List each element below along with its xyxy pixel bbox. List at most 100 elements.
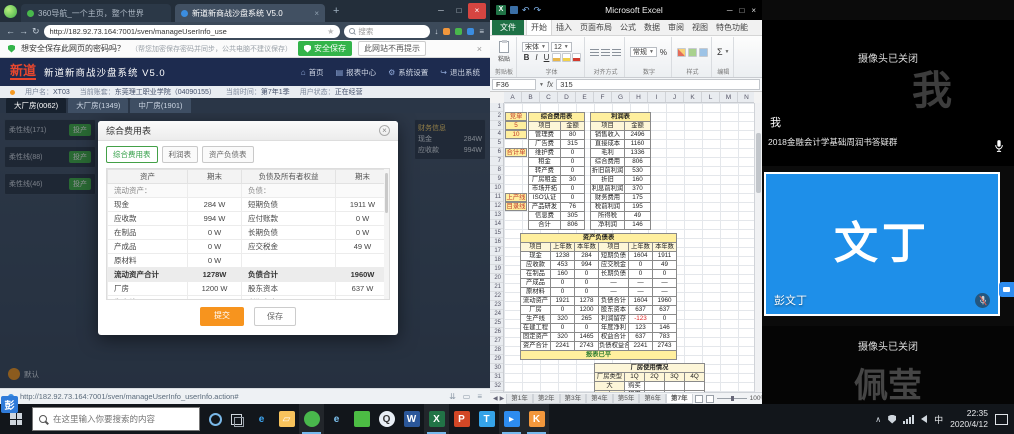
cell[interactable]: 广告费 xyxy=(529,140,561,149)
cell[interactable]: 维护费 xyxy=(529,149,561,158)
mic-muted-icon[interactable] xyxy=(975,293,990,308)
cell[interactable]: 销售收入 xyxy=(591,131,625,140)
bold-button[interactable]: B xyxy=(522,53,531,62)
cell[interactable]: 负债权益合计 xyxy=(599,342,629,351)
side-cell-3[interactable]: 合计单 xyxy=(505,148,527,157)
cell[interactable]: 994 xyxy=(575,261,599,270)
percent-button[interactable]: % xyxy=(659,48,668,57)
cell[interactable]: 原材料 xyxy=(521,288,551,297)
new-tab-button[interactable]: + xyxy=(329,5,343,17)
cell[interactable]: 49 xyxy=(625,212,651,221)
back-button[interactable]: ← xyxy=(6,26,15,36)
cell[interactable]: 项目 xyxy=(521,243,551,252)
row-number-10[interactable]: 10 xyxy=(490,184,503,193)
action-center-icon[interactable] xyxy=(995,414,1008,425)
cell[interactable]: 年度净利 xyxy=(599,324,629,333)
maximize-button[interactable]: □ xyxy=(450,3,468,19)
cell[interactable]: 1921 xyxy=(551,297,575,306)
cell[interactable]: 本年数 xyxy=(653,243,677,252)
sheet-tab-4[interactable]: 第5年 xyxy=(613,394,640,404)
sheet-tab-5[interactable]: 第6年 xyxy=(639,394,666,404)
browser-tab-360nav[interactable]: 360导航_一个主页，整个世界 xyxy=(21,4,171,22)
modal-close-button[interactable]: × xyxy=(379,125,390,136)
cell[interactable] xyxy=(665,382,685,391)
cell[interactable]: 净利润 xyxy=(591,221,625,230)
never-prompt-button[interactable]: 此网站不再提示 xyxy=(358,41,426,56)
conditional-format-button[interactable] xyxy=(677,48,686,57)
refresh-button[interactable]: ↻ xyxy=(32,26,40,37)
row-number-26[interactable]: 26 xyxy=(490,328,503,337)
column-header-K[interactable]: K xyxy=(684,92,702,102)
bookmark-star-icon[interactable]: ★ xyxy=(327,27,334,36)
side-cell-1[interactable]: 5 xyxy=(505,121,527,130)
cell[interactable]: 806 xyxy=(561,221,585,230)
cell[interactable]: 0 xyxy=(629,270,653,279)
language-indicator[interactable]: 中 xyxy=(934,413,943,426)
security-shield-icon[interactable] xyxy=(888,415,896,424)
cell[interactable]: 0 xyxy=(551,279,575,288)
row-number-16[interactable]: 16 xyxy=(490,238,503,247)
minimize-button[interactable]: ─ xyxy=(432,3,450,19)
row-number-2[interactable]: 2 xyxy=(490,112,503,121)
normal-view-button[interactable] xyxy=(695,395,703,403)
network-icon[interactable] xyxy=(903,415,914,424)
font-color-button[interactable] xyxy=(572,53,581,62)
nav-item-logout[interactable]: ↪退出系统 xyxy=(440,67,480,78)
cell[interactable]: 0 xyxy=(575,279,599,288)
cell[interactable]: 0 xyxy=(561,158,585,167)
cell[interactable]: 厂房租金 xyxy=(529,176,561,185)
italic-button[interactable]: I xyxy=(532,53,541,62)
cell[interactable]: 应交税金 xyxy=(599,261,629,270)
row-number-23[interactable]: 23 xyxy=(490,301,503,310)
cell[interactable]: ISO认证 xyxy=(529,194,561,203)
taskbar-icon-powerpoint[interactable]: P xyxy=(449,404,474,434)
row-number-15[interactable]: 15 xyxy=(490,229,503,238)
mic-icon[interactable] xyxy=(994,139,1004,158)
cell[interactable]: 1238 xyxy=(551,252,575,261)
nav-item-reports[interactable]: ▤报表中心 xyxy=(336,67,377,78)
cell[interactable]: 637 xyxy=(629,333,653,342)
cell[interactable]: 短期负债 xyxy=(599,252,629,261)
taskbar-search-input[interactable] xyxy=(51,413,181,425)
messages-icon[interactable]: ▭ xyxy=(463,392,471,401)
cell[interactable]: 租金 xyxy=(529,158,561,167)
close-button[interactable]: × xyxy=(751,6,756,15)
cell[interactable]: — xyxy=(629,288,653,297)
ribbon-tab-3[interactable]: 公式 xyxy=(616,20,640,35)
cell[interactable]: 0 xyxy=(575,270,599,279)
side-cell-4[interactable]: 上产线 xyxy=(505,193,527,202)
font-size-select[interactable]: 12▼ xyxy=(551,42,572,52)
cell[interactable]: 厂房类型 xyxy=(595,373,625,382)
column-header-E[interactable]: E xyxy=(576,92,594,102)
cell[interactable]: 项目 xyxy=(599,243,629,252)
cell[interactable]: 1960 xyxy=(653,297,677,306)
column-header-G[interactable]: G xyxy=(612,92,630,102)
row-number-30[interactable]: 30 xyxy=(490,364,503,373)
cell[interactable]: 固定资产 xyxy=(521,333,551,342)
cell[interactable]: 637 xyxy=(629,306,653,315)
cell[interactable]: 上年数 xyxy=(551,243,575,252)
align-center-button[interactable] xyxy=(601,49,610,56)
cell[interactable]: 1Q xyxy=(625,373,645,382)
modal-scrollbar[interactable] xyxy=(384,169,389,299)
cell[interactable]: 175 xyxy=(625,194,651,203)
taskbar-icon-edge[interactable]: e xyxy=(249,404,274,434)
cell[interactable]: 毛利 xyxy=(591,149,625,158)
taskbar-icon-ie[interactable]: e xyxy=(324,404,349,434)
page-layout-view-button[interactable] xyxy=(706,395,714,403)
cell[interactable]: 利润留存 xyxy=(599,315,629,324)
cell[interactable]: 流动资产 xyxy=(521,297,551,306)
cell[interactable]: 195 xyxy=(625,203,651,212)
cell[interactable]: — xyxy=(653,288,677,297)
save-icon[interactable] xyxy=(510,6,518,14)
row-number-17[interactable]: 17 xyxy=(490,247,503,256)
cell[interactable]: 1336 xyxy=(625,149,651,158)
menu-icon[interactable]: ≡ xyxy=(477,392,482,401)
tray-expand-chevron-icon[interactable]: ∧ xyxy=(875,415,881,424)
cell[interactable] xyxy=(645,382,665,391)
row-number-28[interactable]: 28 xyxy=(490,346,503,355)
cell[interactable]: 1160 xyxy=(625,140,651,149)
underline-button[interactable]: U xyxy=(542,53,551,62)
number-format-select[interactable]: 常规▼ xyxy=(630,47,657,57)
row-number-3[interactable]: 3 xyxy=(490,121,503,130)
